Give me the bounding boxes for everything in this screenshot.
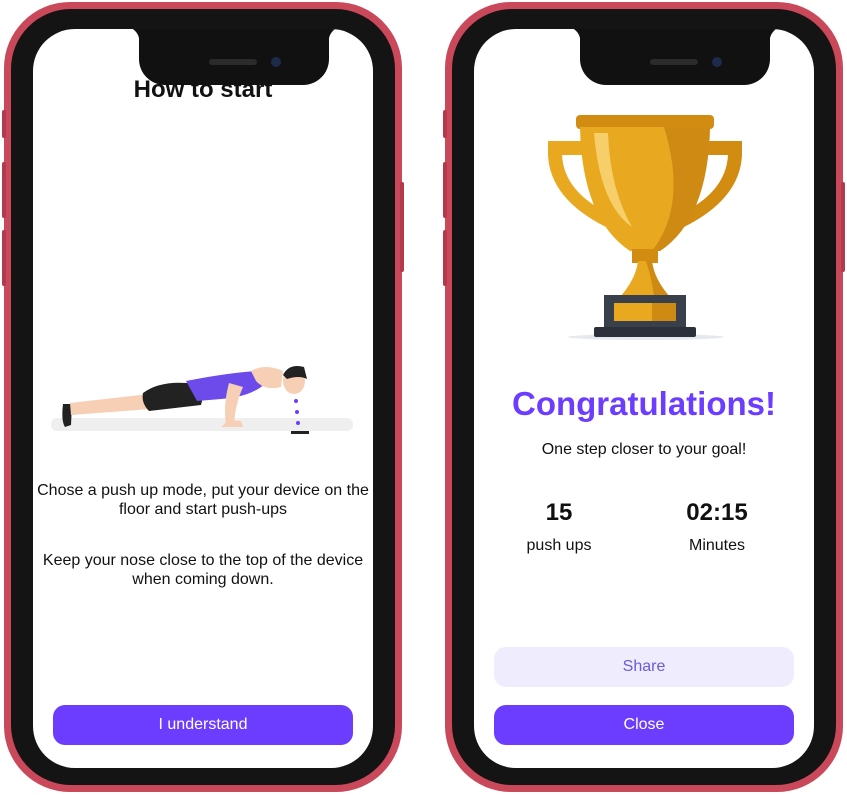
understand-button[interactable]: I understand [53,705,353,745]
notch [566,29,784,85]
duration-label: Minutes [688,537,746,554]
volume-up-button [443,162,447,218]
pushup-illustration [51,366,353,434]
floor-mat [51,418,353,431]
duration-stat: 02:15 Minutes [652,499,782,555]
power-button [841,182,845,272]
speaker-grille [209,59,257,65]
motion-dot [294,399,298,403]
page-title: How to start [133,76,273,103]
leg [70,394,151,415]
congratulations-heading: Congratulations! [512,385,776,422]
volume-down-button [2,230,6,286]
trophy-icon [548,115,742,340]
motion-dot [295,410,299,414]
hair [283,366,307,379]
volume-up-button [2,162,6,218]
mute-switch [443,110,447,138]
front-camera-icon [271,57,281,67]
how-to-start-screen: How to start Chose a push up mode, put y… [33,29,373,768]
instruction-text-1: Chose a push up mode, put your device on… [37,482,369,518]
pushups-value: 15 [545,499,573,526]
speaker-grille [650,59,698,65]
front-camera-icon [712,57,722,67]
pushups-stat: 15 push ups [494,499,624,555]
power-button [400,182,404,272]
subtitle-text: One step closer to your goal! [541,441,747,458]
phone-on-floor-icon [291,431,309,434]
phone-frame-left: How to start Chose a push up mode, put y… [2,2,404,792]
share-button[interactable]: Share [494,647,794,687]
phone-frame-right: Congratulations! One step closer to your… [443,2,845,792]
duration-value: 02:15 [686,499,748,526]
close-button[interactable]: Close [494,705,794,745]
mute-switch [2,110,6,138]
congratulations-screen: Congratulations! One step closer to your… [474,29,814,768]
pushups-label: push ups [526,537,592,554]
instruction-text-2: Keep your nose close to the top of the d… [42,552,364,588]
volume-down-button [443,230,447,286]
motion-dot [296,421,300,425]
